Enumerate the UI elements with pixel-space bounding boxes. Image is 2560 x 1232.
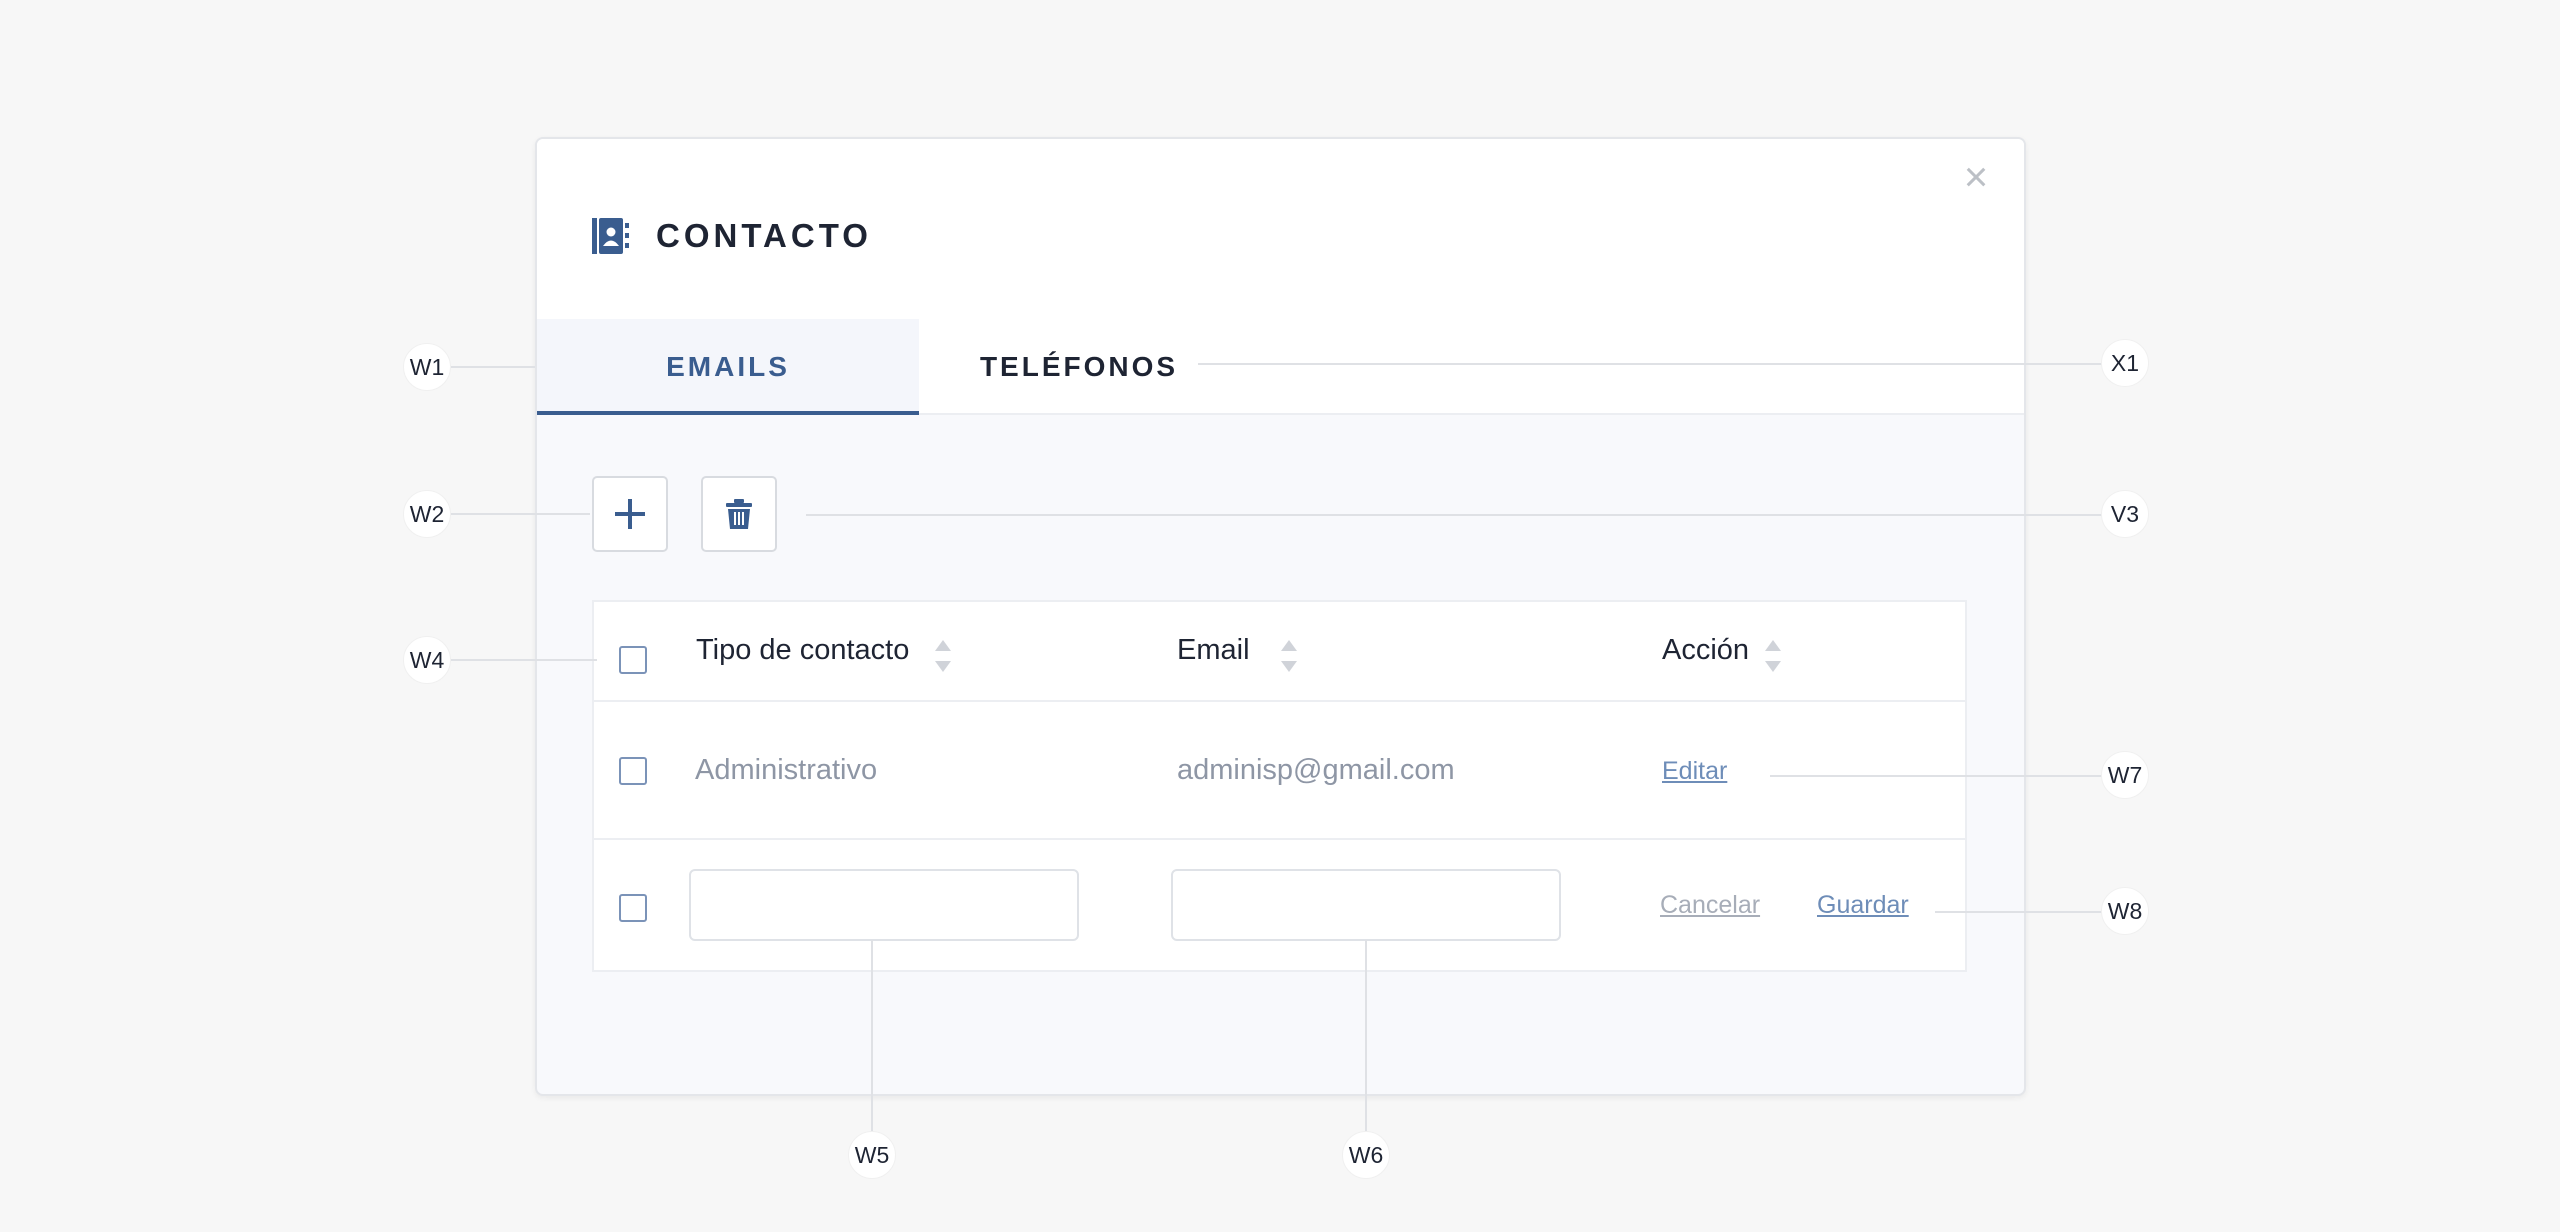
delete-button[interactable] — [701, 476, 777, 552]
contact-modal: × CONTACTO EMAILS TELÉFONOS Tipo de cont… — [535, 137, 2026, 1096]
annotation-line-w2 — [451, 513, 590, 515]
cell-email: adminisp@gmail.com — [1177, 754, 1455, 786]
column-header-tipo[interactable]: Tipo de contacto — [696, 634, 909, 667]
address-book-icon — [592, 218, 629, 254]
annotation-line-w1 — [451, 366, 535, 368]
annotation-badge-w6: W6 — [1342, 1131, 1390, 1179]
annotation-line-w7 — [1770, 775, 2104, 777]
tab-emails[interactable]: EMAILS — [537, 319, 919, 415]
modal-header: × CONTACTO — [537, 139, 2024, 319]
edit-link[interactable]: Editar — [1662, 757, 1727, 786]
annotation-badge-w8: W8 — [2101, 887, 2149, 935]
modal-title-group: CONTACTO — [592, 216, 872, 256]
cell-tipo: Administrativo — [695, 754, 878, 786]
column-header-email[interactable]: Email — [1177, 634, 1250, 667]
email-input[interactable] — [1171, 869, 1561, 941]
cancel-link[interactable]: Cancelar — [1660, 891, 1760, 920]
annotation-badge-w7: W7 — [2101, 751, 2149, 799]
sort-tipo-icon[interactable] — [935, 640, 951, 672]
annotation-line-w5 — [871, 940, 873, 1131]
sort-email-icon[interactable] — [1281, 640, 1297, 672]
annotation-line-v3 — [806, 514, 2104, 516]
add-button[interactable] — [592, 476, 668, 552]
trash-icon — [726, 499, 752, 529]
row-checkbox[interactable] — [619, 757, 647, 785]
select-all-checkbox[interactable] — [619, 646, 647, 674]
save-link[interactable]: Guardar — [1817, 891, 1909, 920]
contacts-table: Tipo de contacto Email Acción Administra… — [592, 600, 1967, 972]
close-button[interactable]: × — [1956, 156, 1996, 198]
tab-bar: EMAILS TELÉFONOS — [537, 319, 2024, 415]
annotation-badge-w5: W5 — [848, 1131, 896, 1179]
annotation-badge-w2: W2 — [403, 490, 451, 538]
table-row: Administrativo adminisp@gmail.com Editar — [594, 702, 1965, 840]
annotation-line-w6 — [1365, 940, 1367, 1131]
annotation-line-w4 — [451, 659, 597, 661]
tipo-input[interactable] — [689, 869, 1079, 941]
tab-telefonos[interactable]: TELÉFONOS — [919, 319, 1239, 415]
plus-icon — [615, 499, 645, 529]
edit-row: Cancelar Guardar — [594, 840, 1965, 972]
annotation-badge-w4: W4 — [403, 636, 451, 684]
annotation-badge-v3: V3 — [2101, 490, 2149, 538]
table-header-row: Tipo de contacto Email Acción — [594, 602, 1965, 702]
annotation-line-x1 — [1198, 363, 2104, 365]
annotation-badge-x1: X1 — [2101, 339, 2149, 387]
annotation-line-w8 — [1935, 911, 2104, 913]
modal-title: CONTACTO — [656, 217, 872, 254]
edit-row-checkbox[interactable] — [619, 894, 647, 922]
sort-accion-icon[interactable] — [1765, 640, 1781, 672]
column-header-accion[interactable]: Acción — [1662, 634, 1749, 667]
annotation-badge-w1: W1 — [403, 343, 451, 391]
